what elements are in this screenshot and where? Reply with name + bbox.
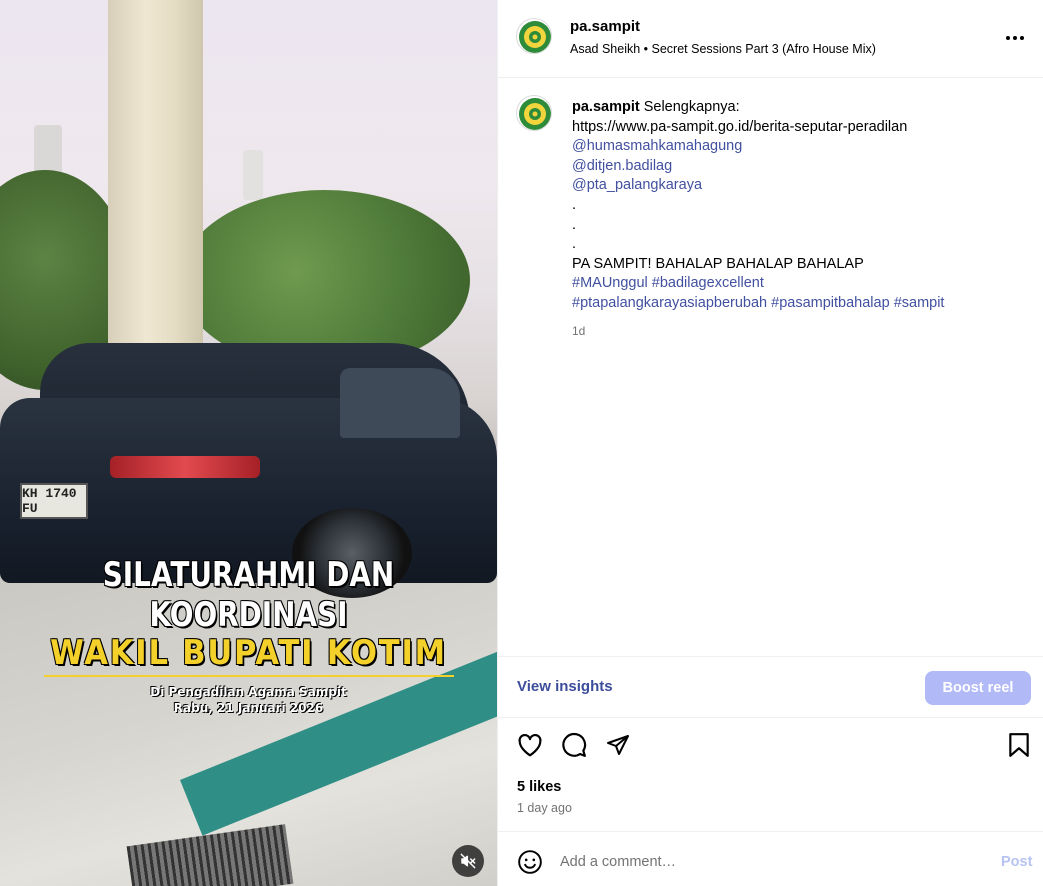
like-button[interactable] (515, 730, 545, 760)
share-button[interactable] (603, 730, 633, 760)
court-logo-icon (519, 21, 551, 53)
post-time-ago: 1 day ago (517, 801, 572, 815)
video-caption-line2: WAKIL BUPATI KOTIM (50, 633, 447, 673)
caption-username[interactable]: pa.sampit (572, 99, 640, 115)
header-username[interactable]: pa.sampit (570, 18, 640, 35)
comment-input[interactable] (560, 848, 960, 876)
save-button[interactable] (1004, 730, 1034, 760)
likes-count[interactable]: 5 likes (517, 779, 561, 795)
caption-hashtag[interactable]: #badilagexcellent (652, 275, 764, 291)
avatar[interactable] (516, 18, 552, 54)
speaker-muted-icon (460, 853, 476, 869)
caption-slogan: PA SAMPIT! BAHALAP BAHALAP BAHALAP (572, 255, 864, 272)
caption-hashtag[interactable]: #pasampitbahalap (771, 295, 890, 311)
caption-dot: . (572, 236, 577, 253)
post-panel: pa.sampit Asad Sheikh • Secret Sessions … (497, 0, 1043, 886)
caption-timestamp[interactable]: 1d (572, 322, 1012, 342)
action-bar (498, 730, 1043, 764)
video-caption-line1: SILATURAHMI DAN KOORDINASI (102, 555, 395, 635)
caption-dot: . (572, 216, 577, 233)
caption-intro: Selengkapnya: (643, 99, 740, 115)
video-car: KH 1740 FU (0, 338, 497, 598)
bookmark-icon (1009, 733, 1029, 757)
car-license-plate: KH 1740 FU (20, 483, 88, 519)
heart-icon (518, 733, 542, 757)
video-caption-line3: Di Pengadilan Agama Sampit (150, 685, 347, 699)
video-caption-overlay: SILATURAHMI DAN KOORDINASI WAKIL BUPATI … (0, 555, 497, 715)
mute-toggle-button[interactable] (452, 845, 484, 877)
avatar[interactable] (516, 95, 552, 131)
video-minaret-distant (243, 150, 263, 200)
view-insights-link[interactable]: View insights (517, 678, 613, 695)
boost-reel-button[interactable]: Boost reel (925, 671, 1031, 705)
comment-button[interactable] (559, 730, 589, 760)
reel-video[interactable]: KH 1740 FU SILATURAHMI DAN KOORDINASI WA… (0, 0, 497, 886)
post-header: pa.sampit Asad Sheikh • Secret Sessions … (498, 0, 1043, 78)
emoji-button[interactable] (516, 848, 544, 876)
caption-area: pa.sampit Selengkapnya: https://www.pa-s… (498, 78, 1043, 656)
court-logo-icon (519, 98, 551, 130)
comment-icon (562, 732, 587, 757)
caption-mention[interactable]: @ditjen.badilag (572, 157, 1012, 177)
caption-link: https://www.pa-sampit.go.id/berita-seput… (572, 118, 908, 135)
caption-hashtag[interactable]: #ptapalangkarayasiapberubah (572, 295, 767, 311)
video-caption-rule (43, 675, 454, 677)
post-comment-button[interactable]: Post (1001, 854, 1032, 870)
share-icon (607, 735, 629, 755)
caption-mention[interactable]: @humasmahkamahagung (572, 137, 1012, 157)
car-tail-lamp (110, 456, 260, 478)
video-caption-line4: Rabu, 21 Januari 2026 (173, 701, 324, 715)
caption-mention[interactable]: @pta_palangkaraya (572, 176, 1012, 196)
more-horizontal-icon (1006, 36, 1024, 40)
emoji-icon (518, 850, 542, 874)
header-audio-track[interactable]: Asad Sheikh • Secret Sessions Part 3 (Af… (570, 42, 876, 56)
insights-bar: View insights Boost reel (498, 656, 1043, 718)
car-window (340, 368, 460, 438)
caption-dot: . (572, 196, 577, 213)
more-options-button[interactable] (1000, 26, 1030, 50)
video-pillar (108, 0, 203, 350)
caption-hashtag[interactable]: #MAUnggul (572, 275, 648, 291)
caption-hashtag[interactable]: #sampit (894, 295, 945, 311)
comment-bar: Post (498, 831, 1043, 886)
caption-text: pa.sampit Selengkapnya: https://www.pa-s… (572, 98, 1012, 341)
